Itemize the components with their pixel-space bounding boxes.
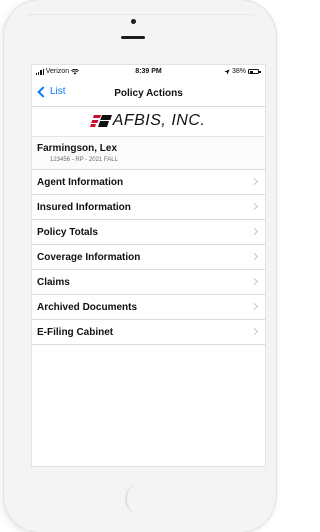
- menu-item-label: Agent Information: [37, 177, 124, 188]
- menu-item-label: Insured Information: [37, 202, 131, 213]
- chevron-right-icon: [250, 227, 259, 236]
- afbis-logo-mark-icon: [89, 115, 112, 127]
- menu-item-label: Policy Totals: [37, 227, 98, 238]
- menu-item-archived-documents[interactable]: Archived Documents: [32, 295, 265, 320]
- status-right: 38%: [224, 68, 261, 75]
- phone-top-edge: [22, 14, 260, 25]
- menu-item-policy-totals[interactable]: Policy Totals: [32, 220, 265, 245]
- chevron-right-icon: [250, 252, 259, 261]
- chevron-right-icon: [250, 277, 259, 286]
- client-name: Farmingson, Lex: [37, 143, 118, 154]
- navigation-bar: List Policy Actions: [32, 82, 265, 107]
- menu-item-label: Coverage Information: [37, 252, 141, 263]
- menu-item-label: Archived Documents: [37, 302, 138, 313]
- menu-item-e-filing-cabinet[interactable]: E-Filing Cabinet: [32, 320, 265, 345]
- battery-icon: [248, 69, 261, 74]
- location-arrow-icon: [224, 68, 230, 75]
- policy-details: 123456 - RP - 2021 FALL: [50, 157, 118, 163]
- battery-percent: 38%: [231, 68, 246, 75]
- chevron-right-icon: [250, 327, 259, 336]
- page-title: Policy Actions: [114, 88, 183, 99]
- menu-item-insured-information[interactable]: Insured Information: [32, 195, 265, 220]
- chevron-right-icon: [250, 302, 259, 311]
- company-logo: AFBIS, INC.: [32, 106, 265, 137]
- battery-level-fill: [249, 70, 253, 73]
- front-camera: [131, 19, 136, 24]
- phone-frame: Verizon 8:39 PM 38% List Policy Actions …: [4, 0, 276, 532]
- home-button[interactable]: [125, 484, 153, 514]
- status-bar: Verizon 8:39 PM 38%: [32, 65, 265, 79]
- menu-item-claims[interactable]: Claims: [32, 270, 265, 295]
- chevron-right-icon: [250, 202, 259, 211]
- policy-actions-list: Agent Information Insured Information Po…: [32, 170, 265, 345]
- client-header: Farmingson, Lex 123456 - RP - 2021 FALL: [32, 137, 265, 170]
- logo-text: AFBIS, INC.: [112, 112, 206, 129]
- chevron-right-icon: [250, 177, 259, 186]
- menu-item-label: E-Filing Cabinet: [37, 327, 114, 338]
- menu-item-label: Claims: [37, 277, 70, 288]
- earpiece-speaker: [121, 36, 145, 39]
- menu-item-coverage-information[interactable]: Coverage Information: [32, 245, 265, 270]
- menu-item-agent-information[interactable]: Agent Information: [32, 170, 265, 195]
- screen: Verizon 8:39 PM 38% List Policy Actions …: [32, 65, 265, 466]
